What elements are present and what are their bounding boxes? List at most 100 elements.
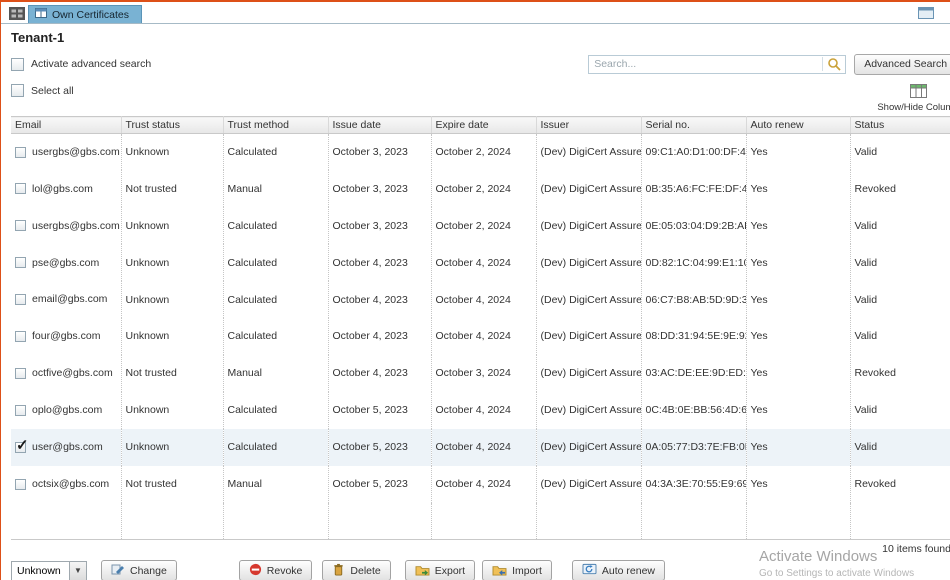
row-checkbox[interactable] [15,183,26,194]
row-checkbox[interactable] [15,479,26,490]
status-dropdown[interactable]: Unknown ▼ [11,561,87,580]
cell-serial-no: 06:C7:B8:AB:5D:9D:38:... [641,281,746,318]
revoke-icon [249,563,262,579]
row-checkbox[interactable] [15,442,26,453]
import-button[interactable]: Import [482,560,552,580]
advanced-search-button[interactable]: Advanced Search ▼ [854,54,950,75]
auto-renew-button[interactable]: Auto renew [572,560,665,580]
cell-issuer: (Dev) DigiCert Assured I... [536,170,641,207]
dropdown-arrow-icon[interactable]: ▼ [69,562,86,580]
cell-auto-renew: Yes [746,466,850,503]
cell-status: Valid [850,318,950,355]
cell-serial-no: 0C:4B:0E:BB:56:4D:66:... [641,392,746,429]
cell-trust-status: Not trusted [121,466,223,503]
app-menu-icon[interactable] [9,7,25,20]
cell-issue-date: October 4, 2023 [328,281,431,318]
cell-issue-date: October 3, 2023 [328,207,431,244]
column-header-issue-date[interactable]: Issue date [328,117,431,134]
select-all-label: Select all [31,85,74,97]
tab-label: Own Certificates [52,9,129,21]
column-header-email[interactable]: Email [11,117,121,134]
cell-trust-status: Unknown [121,207,223,244]
cell-trust-status: Not trusted [121,170,223,207]
row-checkbox[interactable] [15,294,26,305]
cell-status: Revoked [850,170,950,207]
cell-trust-status: Unknown [121,392,223,429]
show-hide-columns-button[interactable]: Show/Hide Column [872,84,950,113]
table-row[interactable]: email@gbs.com Unknown Calculated October… [11,281,950,318]
table-row[interactable]: oplo@gbs.com Unknown Calculated October … [11,392,950,429]
row-checkbox[interactable] [15,257,26,268]
change-icon [111,563,125,579]
cell-email: octsix@gbs.com [32,478,109,490]
revoke-button[interactable]: Revoke [239,560,313,580]
tab-own-certificates[interactable]: Own Certificates [28,5,142,23]
status-dropdown-value: Unknown [12,562,69,580]
activate-advanced-search: Activate advanced search [11,58,151,71]
cell-issuer: (Dev) DigiCert Assured I... [536,318,641,355]
cell-issuer: (Dev) DigiCert Assured I... [536,466,641,503]
delete-icon [332,563,345,579]
activate-advanced-search-checkbox[interactable] [11,58,24,71]
column-header-issuer[interactable]: Issuer [536,117,641,134]
cell-issue-date: October 5, 2023 [328,392,431,429]
export-icon [415,563,430,579]
window-icon[interactable] [918,6,934,24]
table-row[interactable]: usergbs@gbs.com Unknown Calculated Octob… [11,134,950,171]
cell-auto-renew: Yes [746,281,850,318]
cell-trust-status: Unknown [121,134,223,171]
table-row[interactable]: user@gbs.com Unknown Calculated October … [11,429,950,466]
cell-serial-no: 0D:82:1C:04:99:E1:10:B... [641,244,746,281]
table-row[interactable]: pse@gbs.com Unknown Calculated October 4… [11,244,950,281]
cell-issuer: (Dev) DigiCert Assured I... [536,429,641,466]
column-header-auto-renew[interactable]: Auto renew [746,117,850,134]
row-checkbox[interactable] [15,220,26,231]
cell-auto-renew: Yes [746,429,850,466]
cell-expire-date: October 4, 2024 [431,244,536,281]
cell-issue-date: October 5, 2023 [328,429,431,466]
cell-status: Valid [850,281,950,318]
row-checkbox[interactable] [15,331,26,342]
row-checkbox[interactable] [15,368,26,379]
table-row[interactable]: lol@gbs.com Not trusted Manual October 3… [11,170,950,207]
column-header-trust-status[interactable]: Trust status [121,117,223,134]
search-input[interactable] [589,58,822,70]
cell-issuer: (Dev) DigiCert Assured I... [536,392,641,429]
cell-expire-date: October 2, 2024 [431,134,536,171]
cell-trust-method: Calculated [223,392,328,429]
column-header-status[interactable]: Status [850,117,950,134]
cell-serial-no: 03:AC:DE:EE:9D:ED:C7... [641,355,746,392]
table-row[interactable]: usergbs@gbs.com Unknown Calculated Octob… [11,207,950,244]
cell-email: oplo@gbs.com [32,404,102,416]
table-row[interactable]: octsix@gbs.com Not trusted Manual Octobe… [11,466,950,503]
row-checkbox[interactable] [15,147,26,158]
column-header-serial-no-[interactable]: Serial no. [641,117,746,134]
cell-issuer: (Dev) DigiCert Assured I... [536,207,641,244]
certificates-tab-icon [35,8,47,21]
table-filler-row [11,503,950,540]
cell-email: usergbs@gbs.com [32,220,120,232]
cell-auto-renew: Yes [746,207,850,244]
column-header-expire-date[interactable]: Expire date [431,117,536,134]
search-icon[interactable] [822,57,845,71]
select-all: Select all [11,84,74,97]
row-checkbox[interactable] [15,405,26,416]
column-header-trust-method[interactable]: Trust method [223,117,328,134]
select-all-checkbox[interactable] [11,84,24,97]
cell-auto-renew: Yes [746,170,850,207]
watermark-line2: Go to Settings to activate Windows [759,568,914,579]
search-row: Activate advanced search Advanced Search… [11,53,950,75]
export-button[interactable]: Export [405,560,475,580]
cell-status: Valid [850,134,950,171]
delete-button[interactable]: Delete [322,560,390,580]
table-row[interactable]: four@gbs.com Unknown Calculated October … [11,318,950,355]
page-title: Tenant-1 [11,30,950,45]
table-row[interactable]: octfive@gbs.com Not trusted Manual Octob… [11,355,950,392]
cell-status: Valid [850,207,950,244]
change-button[interactable]: Change [101,560,177,580]
cell-expire-date: October 4, 2024 [431,429,536,466]
cell-email: pse@gbs.com [32,257,99,269]
cell-status: Valid [850,244,950,281]
windows-activation-watermark: Activate Windows Go to Settings to activ… [759,548,914,579]
cell-serial-no: 0A:05:77:D3:7E:FB:0E:1... [641,429,746,466]
